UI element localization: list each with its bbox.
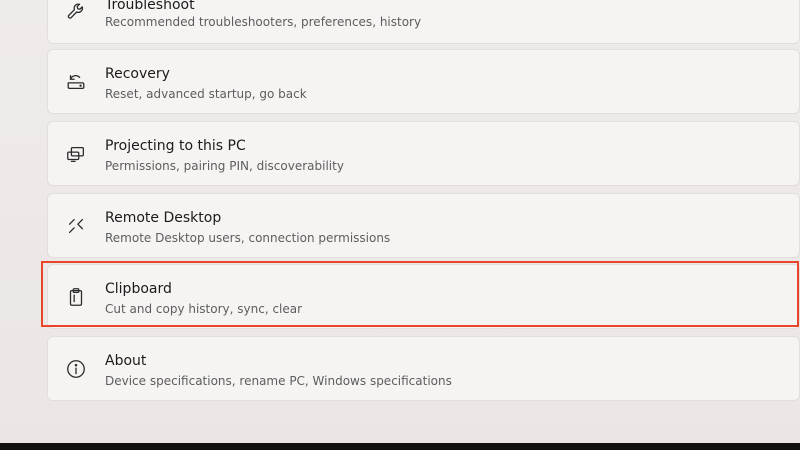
settings-item-projecting[interactable]: Projecting to this PC Permissions, pairi… (47, 121, 800, 186)
settings-item-remote-desktop[interactable]: Remote Desktop Remote Desktop users, con… (47, 193, 800, 258)
settings-item-subtitle: Permissions, pairing PIN, discoverabilit… (105, 159, 344, 173)
settings-item-subtitle: Remote Desktop users, connection permiss… (105, 231, 391, 245)
settings-item-subtitle: Device specifications, rename PC, Window… (105, 374, 452, 388)
taskbar-edge (0, 443, 800, 450)
clipboard-icon (65, 286, 87, 308)
info-icon (65, 358, 87, 380)
wrench-icon (65, 0, 87, 22)
settings-item-title: Projecting to this PC (105, 138, 246, 154)
settings-item-clipboard[interactable]: Clipboard Cut and copy history, sync, cl… (47, 264, 800, 329)
settings-item-subtitle: Reset, advanced startup, go back (105, 87, 307, 101)
recovery-icon (65, 71, 87, 93)
settings-item-subtitle: Recommended troubleshooters, preferences… (105, 15, 422, 29)
settings-item-title: Recovery (105, 66, 170, 82)
settings-page: Troubleshoot Recommended troubleshooters… (0, 0, 800, 450)
settings-item-title: About (105, 353, 147, 369)
settings-item-about[interactable]: About Device specifications, rename PC, … (47, 336, 800, 401)
settings-item-troubleshoot[interactable]: Troubleshoot Recommended troubleshooters… (47, 0, 800, 44)
projecting-icon (65, 143, 87, 165)
settings-item-title: Troubleshoot (105, 0, 195, 13)
settings-item-recovery[interactable]: Recovery Reset, advanced startup, go bac… (47, 49, 800, 114)
settings-item-title: Remote Desktop (105, 210, 222, 226)
remote-desktop-icon (65, 215, 87, 237)
settings-item-subtitle: Cut and copy history, sync, clear (105, 302, 303, 316)
settings-item-title: Clipboard (105, 281, 172, 297)
